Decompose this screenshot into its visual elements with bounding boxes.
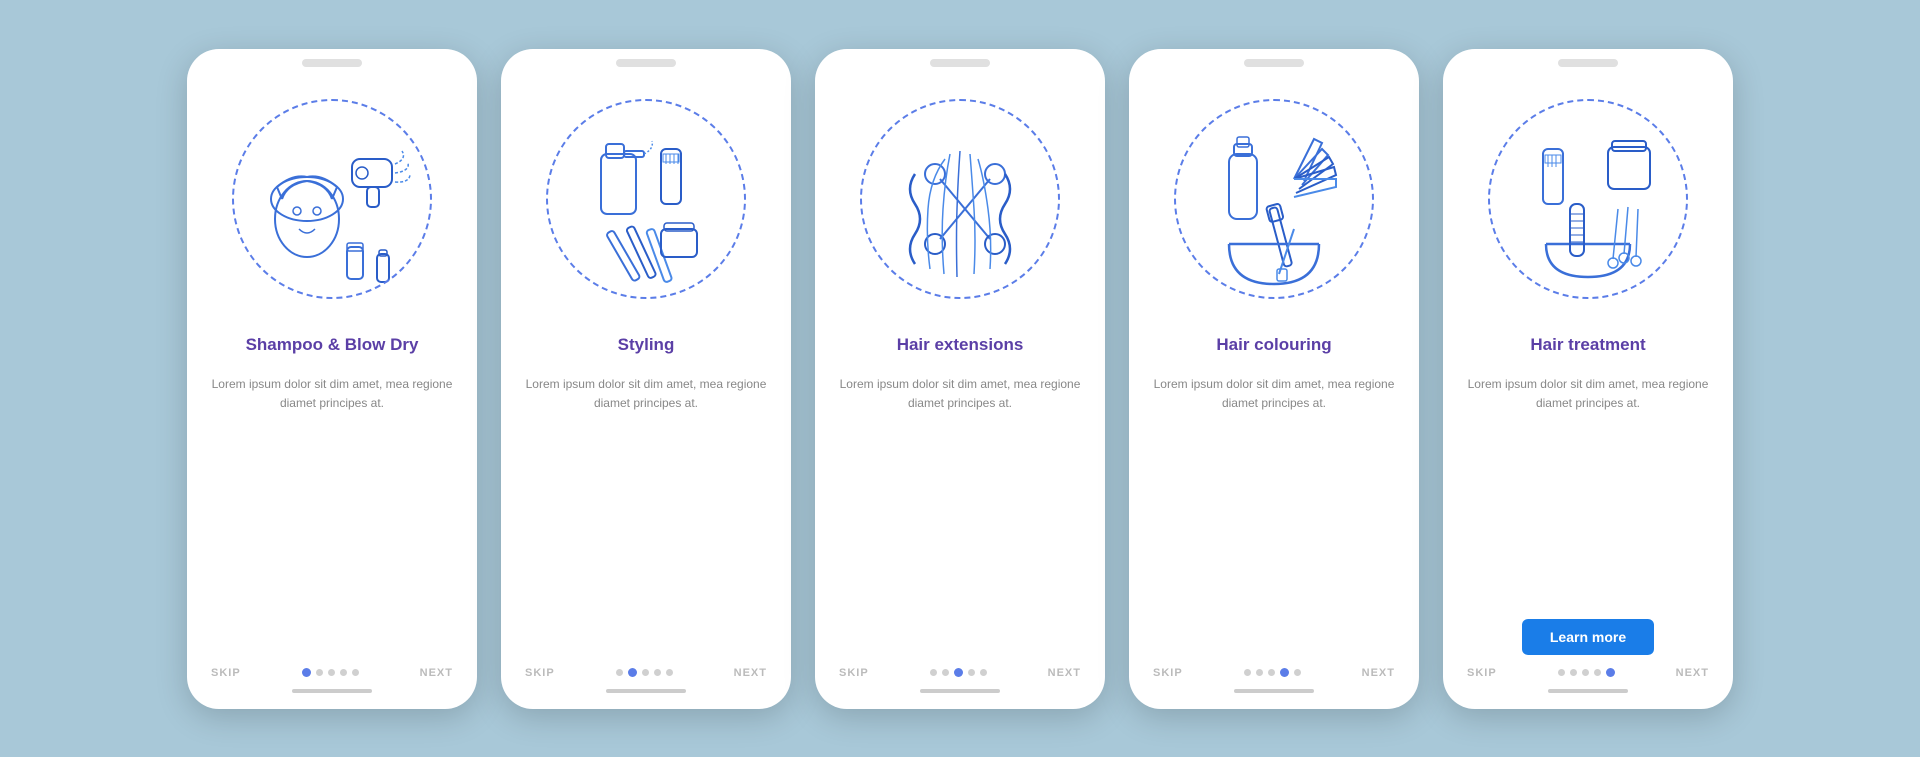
dot-s1 [628,668,637,677]
home-bar-hair-extensions [920,689,1000,693]
next-button-hair-colouring[interactable]: NEXT [1362,667,1395,679]
home-bar-shampoo [292,689,372,693]
dot-ht4 [1606,668,1615,677]
dot-hc1 [1256,669,1263,676]
home-bar-hair-colouring [1234,689,1314,693]
dot-ht2 [1582,669,1589,676]
illustration-hair-extensions [850,89,1070,309]
phone-notch-5 [1558,59,1618,67]
phone-desc-hair-extensions: Lorem ipsum dolor sit dim amet, mea regi… [835,375,1085,659]
nav-dots-shampoo [302,668,359,677]
learn-more-button[interactable]: Learn more [1522,619,1654,655]
dot-1 [316,669,323,676]
phones-container: Shampoo & Blow Dry Lorem ipsum dolor sit… [167,29,1753,729]
phone-hair-colouring: Hair colouring Lorem ipsum dolor sit dim… [1129,49,1419,709]
dot-ht3 [1594,669,1601,676]
dot-s4 [666,669,673,676]
phone-title-shampoo: Shampoo & Blow Dry [246,323,419,367]
dot-ht1 [1570,669,1577,676]
skip-button-hair-treatment[interactable]: SKIP [1467,667,1497,679]
nav-dots-hair-colouring [1244,668,1301,677]
dot-s3 [654,669,661,676]
skip-button-hair-extensions[interactable]: SKIP [839,667,869,679]
illustration-styling [536,89,756,309]
dot-he1 [942,669,949,676]
dot-he4 [980,669,987,676]
phone-notch [302,59,362,67]
phone-desc-shampoo: Lorem ipsum dolor sit dim amet, mea regi… [207,375,457,659]
phone-desc-hair-treatment: Lorem ipsum dolor sit dim amet, mea regi… [1463,375,1713,611]
phone-hair-extensions: Hair extensions Lorem ipsum dolor sit di… [815,49,1105,709]
dot-he3 [968,669,975,676]
phone-title-hair-extensions: Hair extensions [897,323,1024,367]
skip-button-shampoo[interactable]: SKIP [211,667,241,679]
next-button-hair-treatment[interactable]: NEXT [1676,667,1709,679]
dashed-circle-2 [546,99,746,299]
phone-title-styling: Styling [618,323,675,367]
dot-s2 [642,669,649,676]
phone-nav-hair-colouring: SKIP NEXT [1149,667,1399,679]
skip-button-hair-colouring[interactable]: SKIP [1153,667,1183,679]
next-button-hair-extensions[interactable]: NEXT [1048,667,1081,679]
dashed-circle-5 [1488,99,1688,299]
nav-dots-styling [616,668,673,677]
home-bar-hair-treatment [1548,689,1628,693]
phone-notch-3 [930,59,990,67]
skip-button-styling[interactable]: SKIP [525,667,555,679]
phone-title-hair-treatment: Hair treatment [1530,323,1645,367]
dot-3 [340,669,347,676]
dot-hc0 [1244,669,1251,676]
nav-dots-hair-extensions [930,668,987,677]
phone-nav-styling: SKIP NEXT [521,667,771,679]
phone-desc-hair-colouring: Lorem ipsum dolor sit dim amet, mea regi… [1149,375,1399,659]
home-bar-styling [606,689,686,693]
dashed-circle [232,99,432,299]
dot-hc2 [1268,669,1275,676]
illustration-shampoo [222,89,442,309]
dashed-circle-3 [860,99,1060,299]
phone-nav-hair-extensions: SKIP NEXT [835,667,1085,679]
dot-2 [328,669,335,676]
phone-styling: Styling Lorem ipsum dolor sit dim amet, … [501,49,791,709]
dot-0 [302,668,311,677]
phone-notch-4 [1244,59,1304,67]
next-button-styling[interactable]: NEXT [734,667,767,679]
phone-notch-2 [616,59,676,67]
illustration-hair-colouring [1164,89,1384,309]
phone-nav-hair-treatment: SKIP NEXT [1463,667,1713,679]
dot-he2 [954,668,963,677]
phone-title-hair-colouring: Hair colouring [1216,323,1331,367]
nav-dots-hair-treatment [1558,668,1615,677]
dashed-circle-4 [1174,99,1374,299]
next-button-shampoo[interactable]: NEXT [420,667,453,679]
dot-4 [352,669,359,676]
phone-desc-styling: Lorem ipsum dolor sit dim amet, mea regi… [521,375,771,659]
dot-hc3 [1280,668,1289,677]
dot-ht0 [1558,669,1565,676]
illustration-hair-treatment [1478,89,1698,309]
dot-he0 [930,669,937,676]
phone-nav-shampoo: SKIP NEXT [207,667,457,679]
phone-shampoo: Shampoo & Blow Dry Lorem ipsum dolor sit… [187,49,477,709]
dot-s0 [616,669,623,676]
dot-hc4 [1294,669,1301,676]
phone-hair-treatment: Hair treatment Lorem ipsum dolor sit dim… [1443,49,1733,709]
